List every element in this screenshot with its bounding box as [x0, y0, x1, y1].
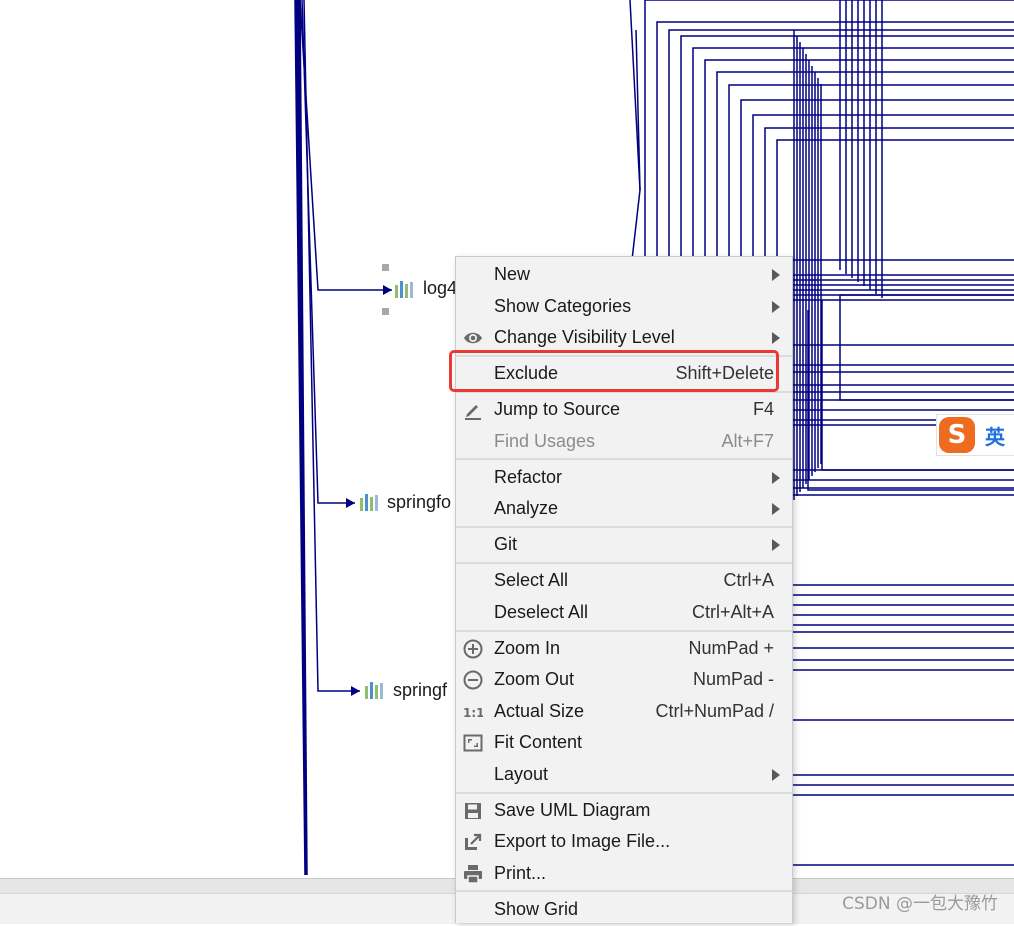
menu-item-label: New — [494, 264, 531, 284]
diagram-node-springfo[interactable]: springfo — [387, 492, 451, 513]
pencil-icon — [465, 405, 481, 420]
menu-item-export-to-image-file[interactable]: Export to Image File... — [456, 826, 792, 858]
save-icon — [465, 803, 481, 819]
menu-item-label: Zoom Out — [494, 669, 575, 689]
arrow-head — [346, 498, 355, 508]
ime-indicator[interactable]: S 英 — [936, 414, 1014, 456]
menu-item-label: Save UML Diagram — [494, 800, 651, 820]
submenu-arrow-icon — [772, 332, 780, 344]
export-icon — [465, 833, 482, 850]
submenu-arrow-icon — [772, 503, 780, 515]
menu-item-fit-content[interactable]: Fit Content — [456, 727, 792, 759]
diagram-node-log4[interactable]: log4 — [423, 278, 457, 299]
menu-item-shortcut: Ctrl+Alt+A — [691, 602, 774, 622]
submenu-arrow-icon — [772, 301, 780, 313]
selection-handle[interactable] — [382, 308, 389, 315]
module-bars-icon — [360, 494, 378, 511]
menu-item-label: Fit Content — [494, 732, 583, 752]
arrow-head — [383, 285, 392, 295]
ime-language-label: 英 — [985, 425, 1005, 449]
submenu-arrow-icon — [772, 539, 780, 551]
module-bars-icon — [365, 682, 383, 699]
menu-item-show-categories[interactable]: Show Categories — [456, 291, 792, 323]
menu-item-label: Find Usages — [494, 431, 596, 451]
menu-item-label: Change Visibility Level — [494, 327, 675, 347]
menu-item-label: Refactor — [494, 467, 563, 487]
menu-item-layout[interactable]: Layout — [456, 759, 792, 791]
menu-item-analyze[interactable]: Analyze — [456, 493, 792, 525]
menu-item-new[interactable]: New — [456, 259, 792, 291]
menu-item-find-usages[interactable]: Find Usages Alt+F7 — [456, 426, 792, 458]
menu-item-zoom-out[interactable]: Zoom Out NumPad - — [456, 664, 792, 696]
menu-item-label: Deselect All — [494, 602, 589, 622]
sogou-logo-icon: S — [939, 417, 975, 453]
menu-item-shortcut: F4 — [752, 399, 774, 419]
menu-item-jump-to-source[interactable]: Jump to Source F4 — [456, 394, 792, 426]
connector-line — [644, 0, 1014, 300]
menu-separator — [456, 458, 792, 460]
menu-item-label: Show Categories — [494, 296, 632, 316]
menu-item-shortcut: Ctrl+A — [723, 570, 774, 590]
menu-separator — [456, 630, 792, 632]
menu-separator — [456, 562, 792, 564]
menu-item-label: Select All — [494, 570, 569, 590]
menu-item-zoom-in[interactable]: Zoom In NumPad + — [456, 633, 792, 665]
menu-item-label: Print... — [494, 863, 547, 883]
menu-item-deselect-all[interactable]: Deselect All Ctrl+Alt+A — [456, 597, 792, 629]
menu-separator — [456, 792, 792, 794]
menu-item-label: Show Grid — [494, 899, 579, 919]
arrow-head — [351, 686, 360, 696]
menu-item-shortcut: Ctrl+NumPad / — [655, 701, 774, 721]
connector-line — [301, 0, 355, 504]
exclude-highlight-box — [449, 350, 779, 392]
svg-text:1:1: 1:1 — [463, 706, 483, 720]
zoom-in-icon — [463, 639, 483, 659]
menu-item-shortcut: NumPad + — [688, 638, 774, 658]
menu-item-label: Jump to Source — [494, 399, 621, 419]
menu-separator — [456, 526, 792, 528]
submenu-arrow-icon — [772, 472, 780, 484]
menu-item-actual-size[interactable]: 1:1 Actual Size Ctrl+NumPad / — [456, 696, 792, 728]
menu-item-git[interactable]: Git — [456, 529, 792, 561]
menu-item-shortcut: NumPad - — [692, 669, 774, 689]
actual-size-icon: 1:1 — [463, 706, 483, 720]
watermark: CSDN @一包大豫竹 — [842, 894, 998, 914]
menu-item-select-all[interactable]: Select All Ctrl+A — [456, 565, 792, 597]
selection-handle[interactable] — [382, 264, 389, 271]
menu-item-label: Actual Size — [494, 701, 585, 721]
menu-item-label: Analyze — [494, 498, 559, 518]
dependency-arrows — [346, 285, 392, 696]
menu-item-label: Export to Image File... — [494, 831, 671, 851]
menu-item-shortcut: Alt+F7 — [721, 431, 774, 451]
module-bars-icon — [395, 281, 413, 298]
connector-line — [299, 0, 392, 291]
print-icon — [464, 865, 482, 884]
menu-item-print[interactable]: Print... — [456, 858, 792, 890]
menu-item-save-uml-diagram[interactable]: Save UML Diagram — [456, 795, 792, 827]
menu-item-show-grid[interactable]: Show Grid — [456, 894, 792, 926]
menu-separator — [456, 890, 792, 892]
menu-item-label: Zoom In — [494, 638, 561, 658]
eye-icon — [464, 332, 482, 344]
menu-item-label: Git — [494, 534, 518, 554]
diagram-node-springf[interactable]: springf — [393, 680, 447, 701]
fit-content-icon — [463, 734, 483, 752]
menu-item-label: Layout — [494, 764, 549, 784]
submenu-arrow-icon — [772, 269, 780, 281]
menu-item-refactor[interactable]: Refactor — [456, 462, 792, 494]
submenu-arrow-icon — [772, 769, 780, 781]
zoom-out-icon — [463, 670, 483, 690]
